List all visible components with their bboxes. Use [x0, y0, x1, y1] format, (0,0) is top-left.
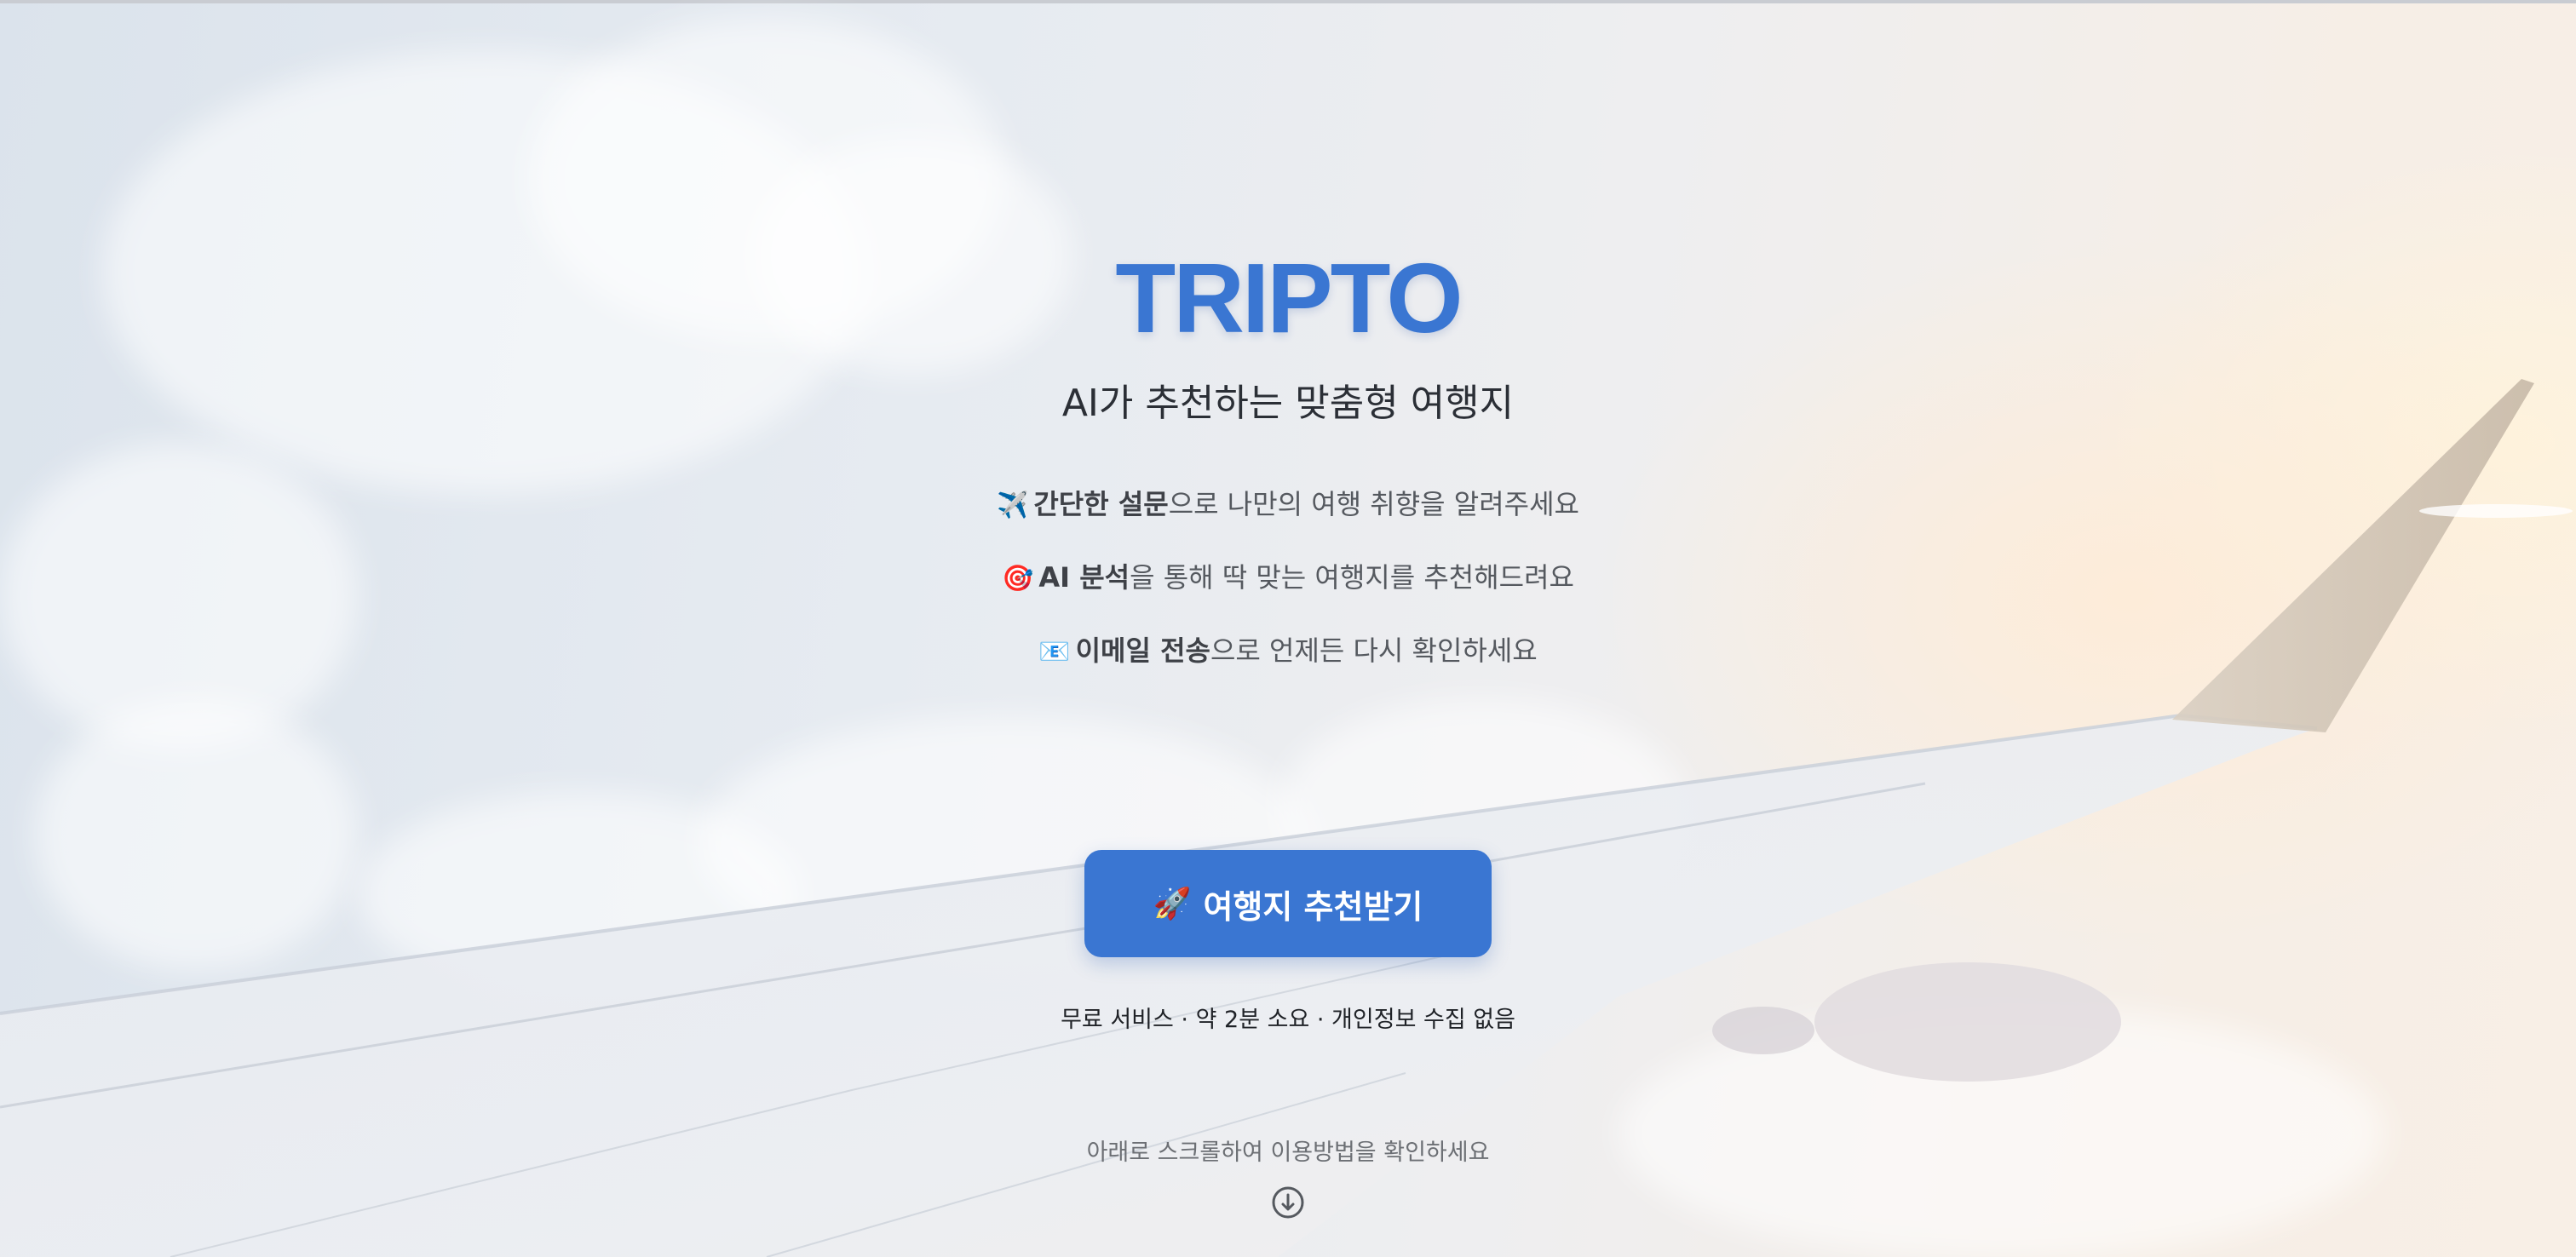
arrow-down-circle-icon[interactable]	[1271, 1185, 1305, 1220]
rocket-icon: 🚀	[1153, 887, 1192, 921]
feature-email-text: 으로 언제든 다시 확인하세요	[1210, 634, 1538, 667]
feature-ai-analysis-bold: AI 분석	[1038, 561, 1130, 594]
get-recommendation-button[interactable]: 🚀 여행지 추천받기	[1084, 850, 1492, 957]
get-recommendation-label: 여행지 추천받기	[1203, 887, 1423, 926]
feature-email: 📧 이메일 전송으로 언제든 다시 확인하세요	[0, 630, 2576, 673]
feature-email-bold: 이메일 전송	[1075, 634, 1210, 667]
airplane-icon: ✈️	[997, 491, 1029, 520]
scroll-hint: 아래로 스크롤하여 이용방법을 확인하세요	[1086, 1139, 1490, 1166]
hero-content: TRIPTO AI가 추천하는 맞춤형 여행지 ✈️ 간단한 설문으로 나만의 여…	[0, 0, 2576, 1257]
feature-ai-analysis: 🎯 AI 분석을 통해 딱 맞는 여행지를 추천해드려요	[0, 557, 2576, 600]
service-note: 무료 서비스 · 약 2분 소요 · 개인정보 수집 없음	[1061, 1007, 1515, 1033]
email-icon: 📧	[1038, 637, 1071, 667]
brand-logo: TRIPTO	[1115, 243, 1463, 353]
target-icon: 🎯	[1002, 564, 1034, 594]
feature-survey-text: 으로 나만의 여행 취향을 알려주세요	[1168, 488, 1579, 520]
feature-survey-bold: 간단한 설문	[1033, 488, 1169, 520]
feature-ai-analysis-text: 을 통해 딱 맞는 여행지를 추천해드려요	[1130, 561, 1574, 594]
hero-subtitle: AI가 추천하는 맞춤형 여행지	[1061, 382, 1515, 425]
feature-survey: ✈️ 간단한 설문으로 나만의 여행 취향을 알려주세요	[0, 484, 2576, 526]
